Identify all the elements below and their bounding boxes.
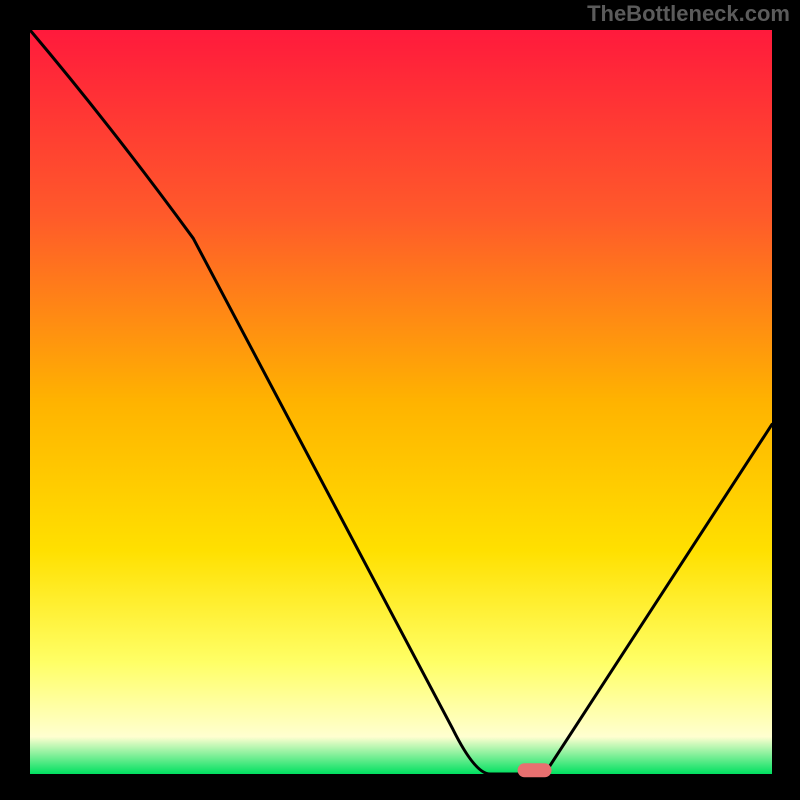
- bottleneck-chart: [0, 0, 800, 800]
- optimal-marker: [518, 763, 552, 777]
- chart-container: TheBottleneck.com: [0, 0, 800, 800]
- plot-background: [30, 30, 772, 774]
- watermark-text: TheBottleneck.com: [587, 1, 790, 27]
